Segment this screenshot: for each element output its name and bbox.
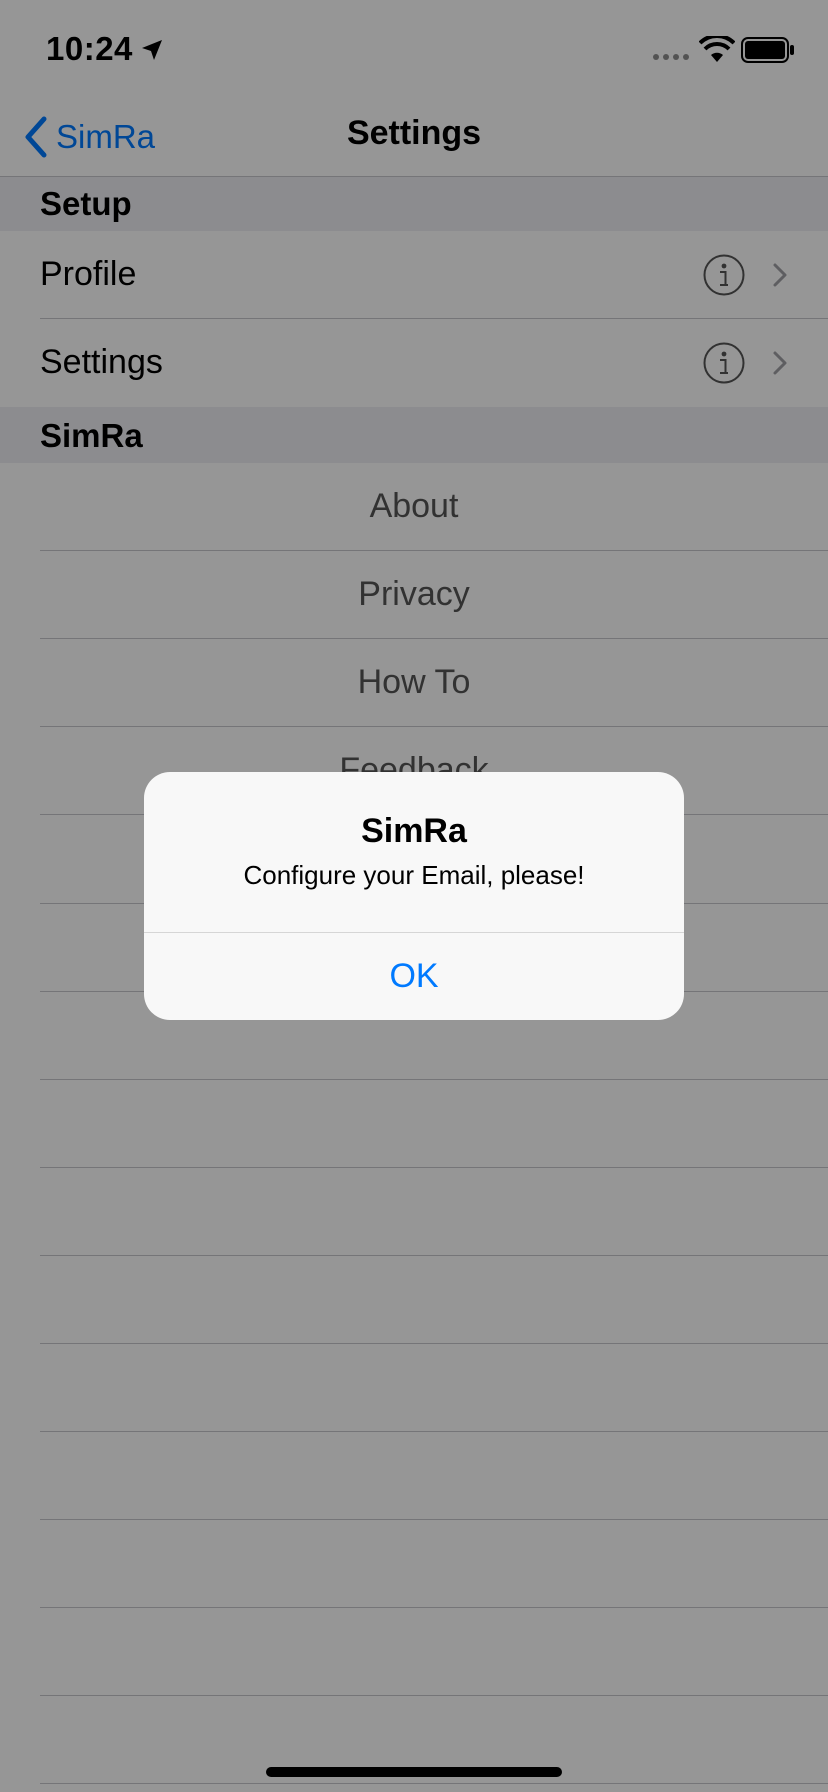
alert-title: SimRa [361,812,467,850]
ok-button[interactable]: OK [144,933,684,1020]
home-indicator[interactable] [266,1767,562,1777]
alert-message: Configure your Email, please! [243,860,585,890]
alert-dialog: SimRa Configure your Email, please! OK [144,772,684,1020]
